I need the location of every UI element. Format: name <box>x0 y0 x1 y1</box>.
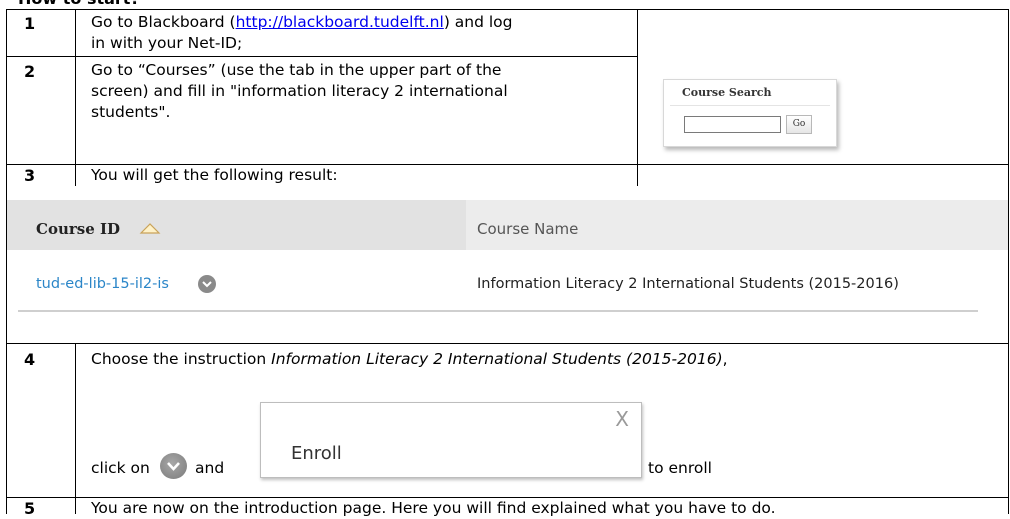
step-text: Go to Blackboard ( <box>91 13 236 31</box>
blackboard-link[interactable]: http://blackboard.tudelft.nl <box>236 13 444 31</box>
step-5-text: You are now on the introduction page. He… <box>91 499 776 517</box>
course-id-header: Course ID <box>36 220 120 238</box>
click-on-text: click on <box>91 459 150 477</box>
step-text: Choose the instruction <box>91 350 272 368</box>
step-number: 3 <box>24 166 36 185</box>
section-heading: How to start? <box>18 0 140 9</box>
column-divider <box>75 343 76 514</box>
course-search-input[interactable] <box>684 116 781 133</box>
divider <box>670 105 830 106</box>
and-text: and <box>195 459 225 477</box>
course-search-widget: Course Search Go <box>663 79 837 147</box>
chevron-down-icon <box>167 462 180 471</box>
row-divider <box>6 343 1009 344</box>
chevron-down-circle-icon[interactable] <box>160 453 187 479</box>
course-name-header: Course Name <box>477 220 579 238</box>
step-2-line-1: Go to “Courses” (use the tab in the uppe… <box>91 61 502 79</box>
step-text: , <box>722 350 728 368</box>
chevron-down-icon <box>202 281 212 288</box>
step-1-line-1: Go to Blackboard (http://blackboard.tude… <box>91 12 513 33</box>
step-number: 5 <box>24 499 36 518</box>
table-border-right <box>1008 9 1009 514</box>
step-1-line-2: in with your Net-ID; <box>91 34 243 52</box>
step-number: 4 <box>24 350 36 369</box>
step-number: 2 <box>24 62 36 81</box>
column-divider <box>75 9 76 186</box>
step-text: ) and log <box>443 13 513 31</box>
course-search-title: Course Search <box>682 86 772 99</box>
course-id-link[interactable]: tud-ed-lib-15-il2-is <box>36 274 169 295</box>
row-separator <box>18 310 978 312</box>
step-2-line-2: screen) and fill in "information literac… <box>91 82 508 100</box>
step-3-text: You will get the following result: <box>91 166 338 184</box>
step-2-line-3: students". <box>91 103 171 121</box>
course-title-italic: Information Literacy 2 International Stu… <box>271 350 723 368</box>
row-divider <box>6 56 638 57</box>
go-button[interactable]: Go <box>786 115 812 134</box>
step-4-line-1: Choose the instruction Information Liter… <box>91 349 728 370</box>
enroll-popup: X Enroll <box>260 402 642 478</box>
to-enroll-text: to enroll <box>648 459 712 477</box>
column-divider <box>637 9 638 186</box>
sort-up-icon[interactable] <box>139 222 161 234</box>
course-name-cell: Information Literacy 2 International Stu… <box>477 276 899 292</box>
chevron-down-circle-icon[interactable] <box>198 275 216 293</box>
close-icon[interactable]: X <box>615 407 629 431</box>
table-border-top <box>6 9 1009 10</box>
results-panel: Course ID Course Name tud-ed-lib-15-il2-… <box>7 186 1008 343</box>
enroll-button[interactable]: Enroll <box>291 443 342 465</box>
step-number: 1 <box>24 14 36 33</box>
